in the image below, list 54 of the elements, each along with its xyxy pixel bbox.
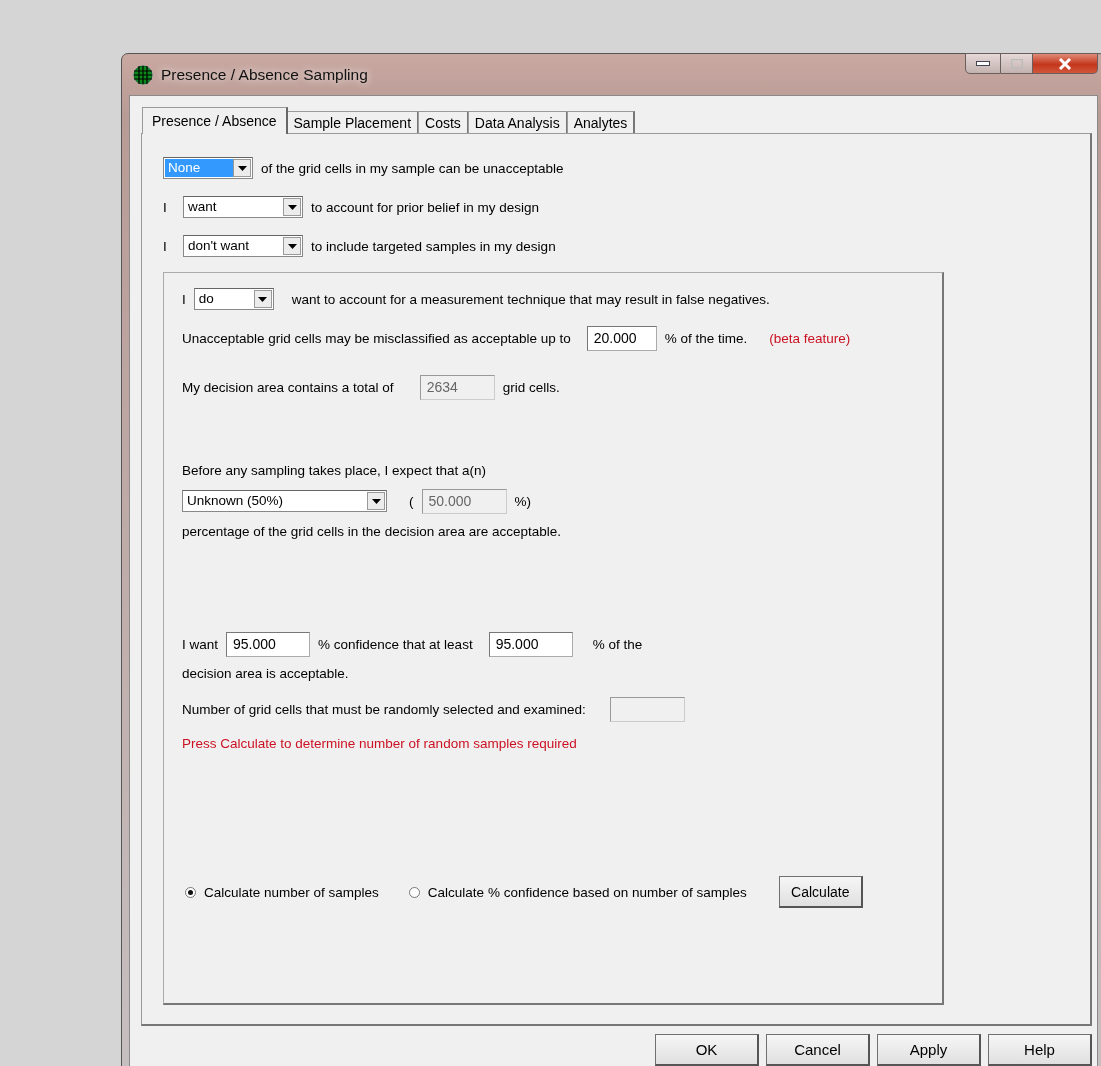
label-text: % confidence that at least [318, 636, 473, 652]
tab[interactable]: Presence / Absence [142, 107, 288, 134]
label-text: to account for prior belief in my design [311, 199, 540, 215]
dropdown[interactable]: do [193, 288, 274, 310]
label-text: want to account for a measurement technique that may result in false negatives. [291, 291, 770, 307]
caret-icon [253, 290, 272, 308]
text-field[interactable]: 95.000 [226, 631, 311, 657]
dropdown[interactable]: want [183, 196, 303, 218]
radio-option[interactable]: Calculate % confidence based on number of samples [408, 884, 747, 900]
label-text: % of the time. [664, 330, 748, 346]
label-text: %) [514, 493, 531, 509]
close-icon [1058, 57, 1072, 70]
label-text: ( [409, 493, 414, 509]
label-text: Unacceptable grid cells may be misclassified as acceptable up to [182, 330, 571, 346]
dropdown[interactable]: Unknown (50%) [182, 490, 387, 512]
caret-icon [233, 159, 251, 177]
close-button[interactable] [1033, 53, 1098, 74]
tab[interactable]: Data Analysis [467, 111, 568, 133]
minimize-button[interactable] [965, 53, 1001, 74]
text-field[interactable]: 20.000 [586, 325, 657, 351]
status-message: Press Calculate to determine number of random samples required [182, 735, 577, 751]
label-text: Before any sampling takes place, I expect that a(n) [182, 462, 486, 478]
caret-icon [283, 237, 301, 255]
minimize-icon [976, 61, 990, 66]
text-field[interactable]: 95.000 [488, 631, 573, 657]
caret-icon [367, 492, 385, 510]
calculate-button[interactable]: Calculate [778, 876, 863, 908]
window-title: Presence / Absence Sampling [161, 65, 368, 84]
grid-globe-icon [133, 64, 153, 85]
dialog-button[interactable]: Help [988, 1034, 1092, 1066]
dialog-button[interactable]: Apply [877, 1034, 981, 1066]
label-text: I [163, 238, 168, 254]
label-text: I [163, 199, 168, 215]
label-text: decision area is acceptable. [182, 665, 349, 681]
tab[interactable]: Sample Placement [286, 111, 420, 133]
dropdown[interactable]: don't want [183, 235, 303, 257]
label-text: of the grid cells in my sample can be unacceptable [261, 160, 564, 176]
label-text: to include targeted samples in my design [311, 238, 556, 254]
radio-option[interactable]: Calculate number of samples [185, 884, 379, 900]
dialog-button[interactable]: OK [655, 1034, 759, 1066]
label-text: % of the [592, 636, 643, 652]
label-text: I [182, 291, 186, 307]
label-text: percentage of the grid cells in the decision area are acceptable. [182, 523, 561, 539]
maximize-icon [1010, 58, 1023, 69]
label-text: My decision area contains a total of [182, 379, 394, 395]
label-text: I want [182, 636, 219, 652]
tab[interactable]: Costs [418, 111, 469, 133]
tab[interactable]: Analytes [566, 111, 636, 133]
label-text: Number of grid cells that must be randomly selected and examined: [182, 701, 586, 717]
caret-icon [283, 198, 301, 216]
label-text: grid cells. [502, 379, 560, 395]
note-text: (beta feature) [769, 330, 851, 346]
maximize-button[interactable] [1001, 53, 1033, 74]
dialog-button[interactable]: Cancel [766, 1034, 870, 1066]
